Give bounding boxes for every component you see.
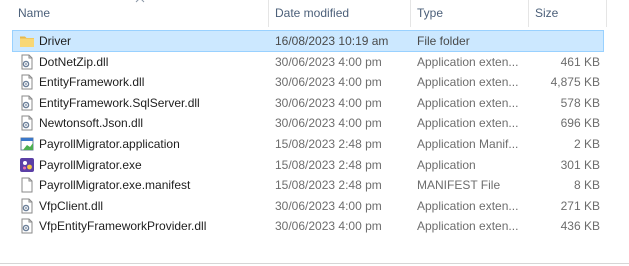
sort-ascending-icon [135,0,145,3]
file-size: 436 KB [560,219,600,234]
pane-bottom-border [0,263,629,264]
file-date-modified: 16/08/2023 10:19 am [275,34,389,48]
column-divider[interactable] [268,0,269,27]
file-name: EntityFramework.dll [39,75,145,90]
file-size: 271 KB [560,198,600,213]
file-size [527,31,600,51]
file-date-modified: 15/08/2023 2:48 pm [275,137,382,151]
file-row[interactable]: VfpClient.dll 30/06/2023 4:00 pm Applicati… [13,196,603,216]
file-row-selected[interactable]: Driver 16/08/2023 10:19 am File folder [12,30,604,52]
blank-file-icon [19,177,35,193]
file-date-modified: 15/08/2023 2:48 pm [275,178,382,193]
file-size: 8 KB [573,178,600,193]
column-header-type[interactable]: Type [417,0,443,28]
file-type: Application exten... [417,95,519,110]
file-row[interactable]: PayrollMigrator.exe 15/08/2023 2:48 pm App… [13,155,603,175]
file-name: PayrollMigrator.exe [39,157,142,172]
file-date-modified: 30/06/2023 4:00 pm [275,54,382,69]
file-name: Newtonsoft.Json.dll [39,116,144,131]
dll-file-icon [19,54,35,70]
file-name: Driver [39,34,71,48]
dll-file-icon [19,198,35,214]
file-row[interactable]: DotNetZip.dll 30/06/2023 4:00 pm Applicati… [13,52,603,72]
file-name: VfpClient.dll [39,198,104,213]
file-date-modified: 15/08/2023 2:48 pm [275,157,382,172]
file-type: Application exten... [417,75,519,90]
file-size: 4,875 KB [550,75,600,90]
file-row[interactable]: EntityFramework.dll 30/06/2023 4:00 pm App… [13,72,603,92]
column-divider[interactable] [606,0,607,27]
file-name: VfpEntityFrameworkProvider.dll [39,219,207,234]
file-row[interactable]: PayrollMigrator.application 15/08/2023 2:… [13,134,603,154]
file-name: DotNetZip.dll [39,54,109,69]
file-name: PayrollMigrator.exe.manifest [39,178,191,193]
file-list-pane: Name Date modified Type Size Driver 16/08… [0,0,629,266]
file-type: Application exten... [417,54,519,69]
file-type: MANIFEST File [417,178,501,193]
column-divider[interactable] [410,0,411,27]
column-header-row: Name Date modified Type Size [0,0,608,28]
file-size: 301 KB [560,157,600,172]
file-type: Application Manif... [417,137,519,151]
column-header-size[interactable]: Size [535,0,558,28]
file-type: Application [417,157,476,172]
column-header-date-modified[interactable]: Date modified [275,0,349,28]
dll-file-icon [19,95,35,111]
dll-file-icon [19,218,35,234]
file-type: Application exten... [417,116,519,131]
exe-app-icon [19,157,35,173]
dll-file-icon [19,115,35,131]
dll-file-icon [19,74,35,90]
folder-icon [19,33,35,49]
file-date-modified: 30/06/2023 4:00 pm [275,198,382,213]
file-type: Application exten... [417,198,519,213]
file-size: 696 KB [560,116,600,131]
file-name: EntityFramework.SqlServer.dll [39,95,200,110]
file-row[interactable]: Newtonsoft.Json.dll 30/06/2023 4:00 pm App… [13,113,603,133]
file-date-modified: 30/06/2023 4:00 pm [275,219,382,234]
application-manifest-icon [19,136,35,152]
file-row[interactable]: VfpEntityFrameworkProvider.dll 30/06/2023… [13,216,603,236]
file-type: File folder [417,34,470,48]
file-name: PayrollMigrator.application [39,137,180,151]
file-size: 578 KB [560,95,600,110]
file-date-modified: 30/06/2023 4:00 pm [275,95,382,110]
file-size: 2 KB [573,137,600,151]
file-size: 461 KB [560,54,600,69]
file-date-modified: 30/06/2023 4:00 pm [275,116,382,131]
file-date-modified: 30/06/2023 4:00 pm [275,75,382,90]
column-header-name[interactable]: Name [18,0,50,28]
file-row[interactable]: PayrollMigrator.exe.manifest 15/08/2023 2… [13,175,603,195]
column-divider[interactable] [528,0,529,27]
file-row[interactable]: EntityFramework.SqlServer.dll 30/06/2023 … [13,93,603,113]
file-type: Application exten... [417,219,519,234]
